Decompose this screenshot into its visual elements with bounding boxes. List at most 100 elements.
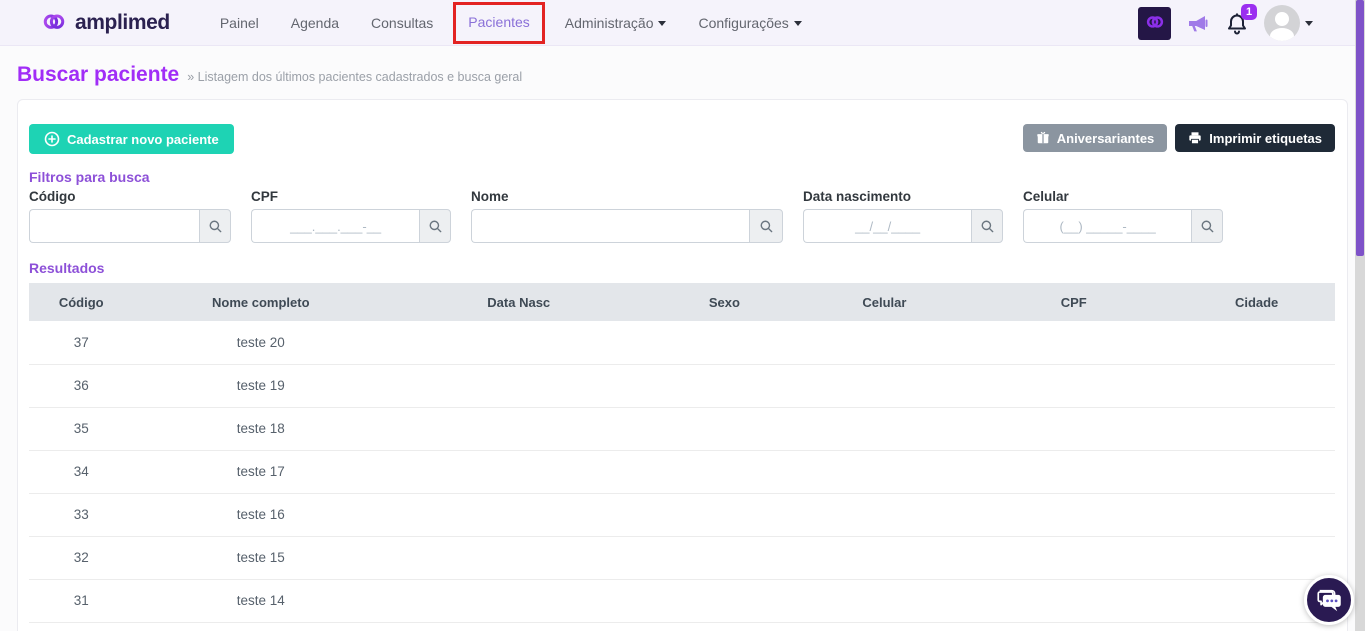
cell-nome: teste 17 — [133, 450, 388, 493]
cell-cpf — [969, 579, 1178, 622]
cell-nome: teste 14 — [133, 579, 388, 622]
cell-sexo — [649, 407, 799, 450]
cell-data-nasc — [388, 450, 649, 493]
nome-input[interactable] — [471, 209, 749, 243]
filter-cpf: CPF — [251, 189, 451, 243]
notification-badge: 1 — [1241, 4, 1257, 20]
cell-celular — [800, 450, 970, 493]
chat-support-button[interactable] — [1304, 575, 1354, 625]
filter-label: Nome — [471, 189, 783, 204]
navbar-actions: 1 — [1138, 0, 1313, 46]
filter-label: CPF — [251, 189, 451, 204]
data-nascimento-input[interactable] — [803, 209, 971, 243]
cell-data-nasc — [388, 493, 649, 536]
cell-cidade — [1178, 407, 1335, 450]
toolbar: Cadastrar novo paciente Aniversariantes — [29, 124, 1335, 154]
table-row[interactable]: 33 teste 16 — [29, 493, 1335, 536]
birthdays-button[interactable]: Aniversariantes — [1023, 124, 1168, 152]
page-header: Buscar paciente » Listagem dos últimos p… — [0, 46, 1365, 87]
cell-cpf — [969, 536, 1178, 579]
scrollbar-thumb[interactable] — [1356, 0, 1364, 256]
cell-nome: teste 15 — [133, 536, 388, 579]
col-cidade: Cidade — [1178, 283, 1335, 321]
celular-search-button[interactable] — [1191, 209, 1223, 243]
search-icon — [759, 219, 774, 234]
table-header-row: Código Nome completo Data Nasc Sexo Celu… — [29, 283, 1335, 321]
col-cpf: CPF — [969, 283, 1178, 321]
cell-sexo — [649, 536, 799, 579]
cell-codigo: 35 — [29, 407, 133, 450]
cell-cidade — [1178, 450, 1335, 493]
cpf-search-button[interactable] — [419, 209, 451, 243]
cell-cidade — [1178, 493, 1335, 536]
vertical-scrollbar[interactable] — [1355, 0, 1365, 631]
filter-label: Código — [29, 189, 231, 204]
new-patient-button[interactable]: Cadastrar novo paciente — [29, 124, 234, 154]
table-row[interactable]: 32 teste 15 — [29, 536, 1335, 579]
cell-cpf — [969, 321, 1178, 364]
results-title: Resultados — [29, 260, 1335, 276]
filter-celular: Celular — [1023, 189, 1223, 243]
cell-celular — [800, 536, 970, 579]
cell-celular — [800, 579, 970, 622]
table-row[interactable]: 31 teste 14 — [29, 579, 1335, 622]
filters-title: Filtros para busca — [29, 169, 1335, 185]
cell-nome: teste 18 — [133, 407, 388, 450]
col-celular: Celular — [800, 283, 970, 321]
cell-sexo — [649, 450, 799, 493]
cell-codigo: 31 — [29, 579, 133, 622]
toolbar-right: Aniversariantes Imprimir etiquetas — [1023, 124, 1335, 152]
cell-data-nasc — [388, 536, 649, 579]
page-title: Buscar paciente — [17, 63, 179, 87]
nav-item-painel[interactable]: Painel — [204, 15, 275, 31]
nav-item-configuracoes[interactable]: Configurações — [682, 15, 817, 31]
chat-bubbles-icon — [1314, 586, 1344, 614]
search-patient-card: Cadastrar novo paciente Aniversariantes — [17, 99, 1348, 631]
search-icon — [428, 219, 443, 234]
announcements-button[interactable] — [1186, 11, 1210, 35]
table-row[interactable]: 36 teste 19 — [29, 364, 1335, 407]
user-menu[interactable] — [1264, 5, 1313, 41]
table-row[interactable]: 37 teste 20 — [29, 321, 1335, 364]
cell-cpf — [969, 364, 1178, 407]
nav-item-administracao[interactable]: Administração — [549, 15, 683, 31]
col-sexo: Sexo — [649, 283, 799, 321]
filter-label: Celular — [1023, 189, 1223, 204]
app-logo-button[interactable] — [1138, 7, 1171, 40]
chevron-down-icon — [658, 21, 666, 26]
amplimed-heart-icon — [1144, 12, 1166, 34]
filter-label: Data nascimento — [803, 189, 1003, 204]
codigo-input[interactable] — [29, 209, 199, 243]
cell-nome: teste 19 — [133, 364, 388, 407]
table-row[interactable]: 34 teste 17 — [29, 450, 1335, 493]
nav-item-agenda[interactable]: Agenda — [275, 15, 355, 31]
cpf-input[interactable] — [251, 209, 419, 243]
cell-cidade — [1178, 536, 1335, 579]
pacientes-highlight-annotation: Pacientes — [453, 2, 544, 44]
cell-celular — [800, 407, 970, 450]
nav-item-consultas[interactable]: Consultas — [355, 15, 449, 31]
data-nascimento-search-button[interactable] — [971, 209, 1003, 243]
cell-cidade — [1178, 321, 1335, 364]
brand-logo[interactable]: amplimed — [40, 9, 170, 37]
cell-celular — [800, 364, 970, 407]
main-menu: Painel Agenda Consultas Pacientes Admini… — [204, 2, 818, 44]
nav-item-pacientes[interactable]: Pacientes — [468, 14, 529, 30]
col-nome-completo: Nome completo — [133, 283, 388, 321]
nome-search-button[interactable] — [749, 209, 783, 243]
chevron-down-icon — [1305, 21, 1313, 26]
plus-circle-icon — [44, 131, 60, 147]
celular-input[interactable] — [1023, 209, 1191, 243]
results-table: Código Nome completo Data Nasc Sexo Celu… — [29, 283, 1335, 623]
filter-nome: Nome — [471, 189, 783, 243]
table-row[interactable]: 35 teste 18 — [29, 407, 1335, 450]
codigo-search-button[interactable] — [199, 209, 231, 243]
notifications-button[interactable]: 1 — [1225, 11, 1249, 36]
avatar — [1264, 5, 1300, 41]
cell-celular — [800, 321, 970, 364]
search-icon — [1200, 219, 1215, 234]
gift-icon — [1036, 131, 1050, 145]
print-labels-button[interactable]: Imprimir etiquetas — [1175, 124, 1335, 152]
col-codigo: Código — [29, 283, 133, 321]
cell-codigo: 33 — [29, 493, 133, 536]
